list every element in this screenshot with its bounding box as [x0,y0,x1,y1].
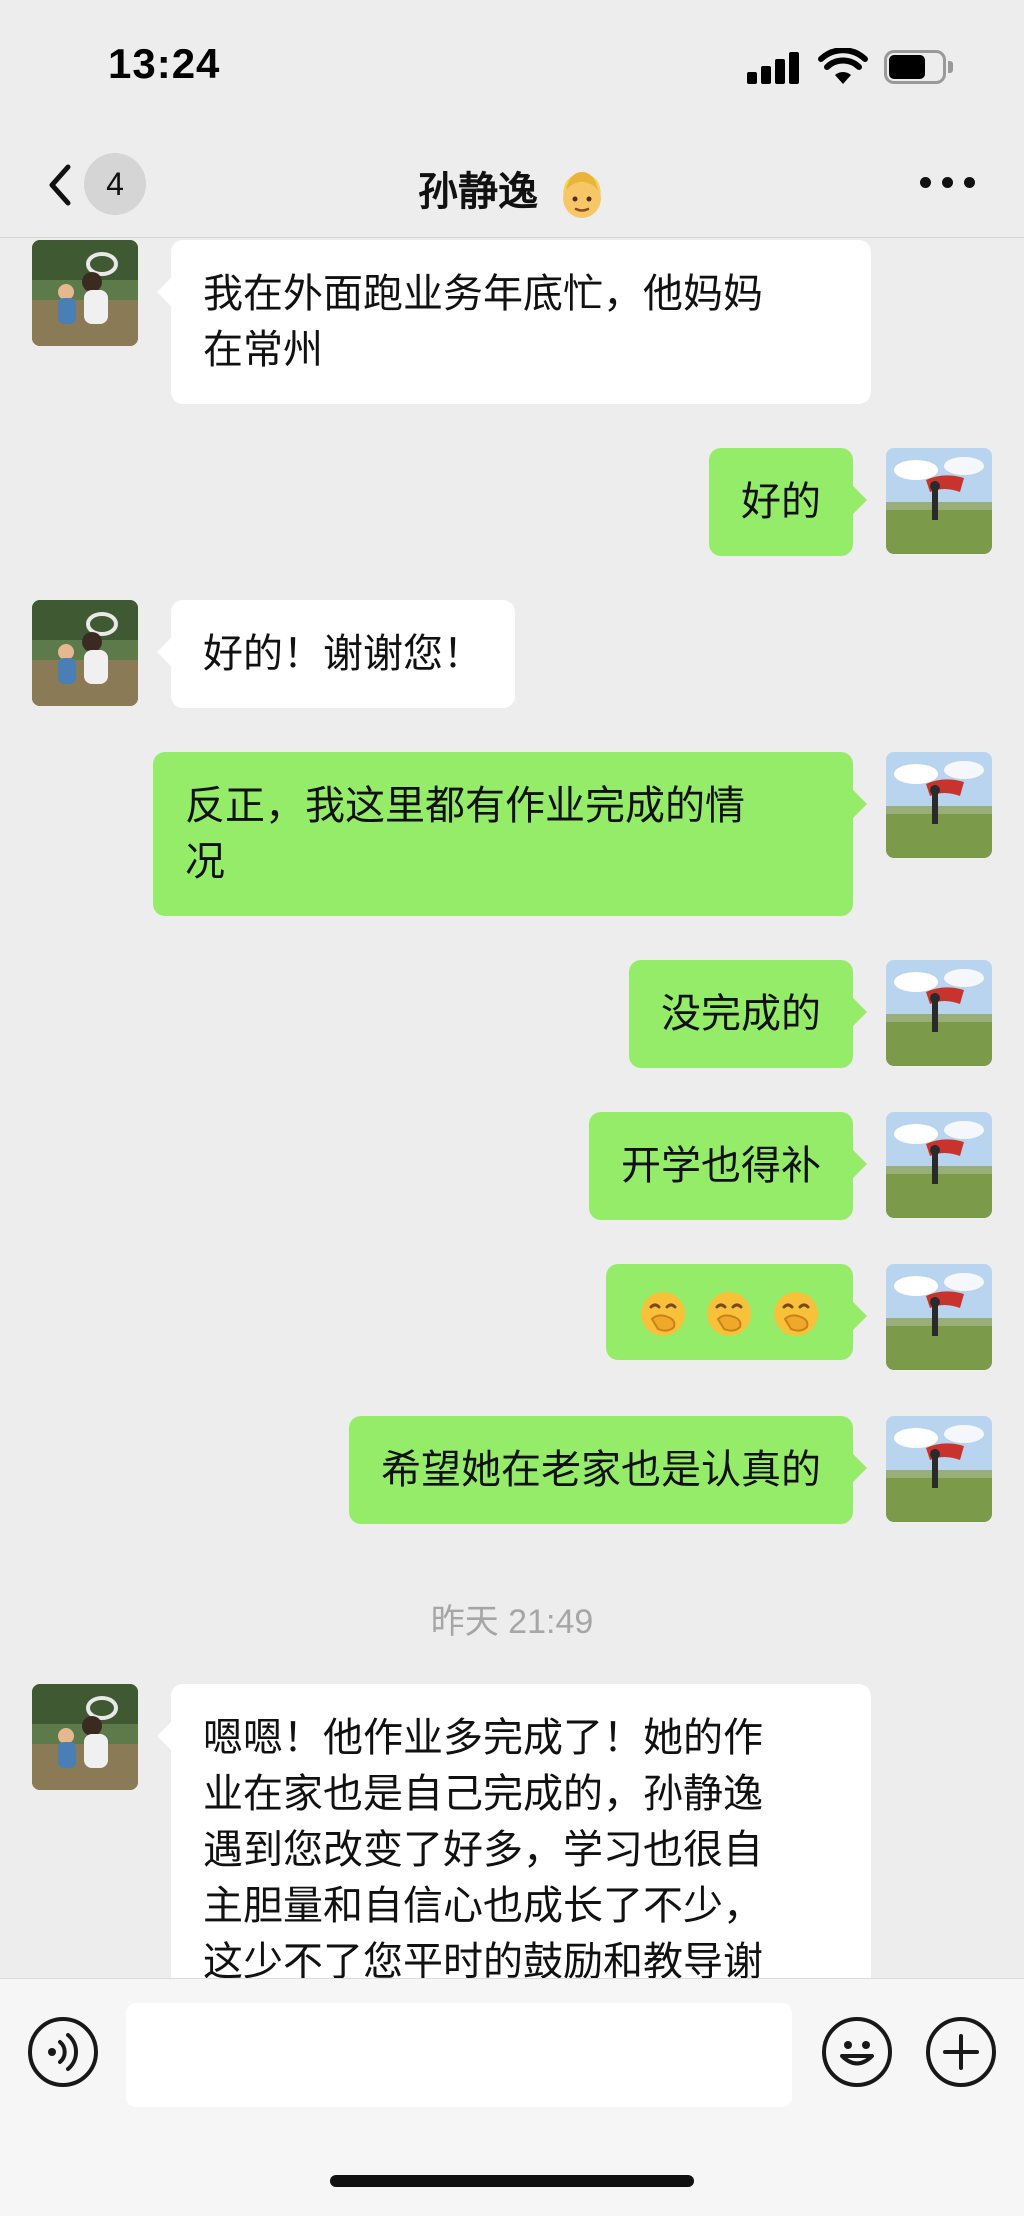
message-text: 没完成的 [661,991,821,1037]
hand-over-mouth-emoji-icon [690,1289,757,1336]
message-text: 况 [185,839,225,885]
message-text: 反正，我这里都有作业完成的情 [185,783,745,829]
my-avatar[interactable] [886,752,992,858]
my-avatar[interactable] [886,1416,992,1522]
status-time: 13:24 [108,40,221,87]
my-avatar[interactable] [886,960,992,1066]
incoming-message-bubble[interactable]: 好的！谢谢您！ [157,600,515,708]
chat-title: 孙静逸 [0,159,1024,220]
message-text: 好的 [741,479,821,525]
battery-icon [884,50,954,84]
wifi-icon [818,48,868,84]
input-bar [0,1978,1024,2216]
contact-avatar[interactable] [32,1684,138,1790]
emoji-icon[interactable] [822,2017,892,2087]
contact-name: 孙静逸 [418,169,539,215]
outgoing-message-bubble[interactable] [605,1264,868,1360]
message-input[interactable] [126,2003,792,2107]
status-bar: 13:24 [0,0,1024,135]
man-blond-emoji-icon [562,172,601,218]
contact-avatar[interactable] [32,240,138,346]
message-text: 主胆量和自信心也成长了不少， [203,1883,763,1929]
message-text: 我在外面跑业务年底忙，他妈妈 [203,271,763,317]
home-indicator [330,2175,694,2187]
hand-over-mouth-emoji-icon [636,1289,690,1336]
outgoing-message-bubble[interactable]: 希望她在老家也是认真的 [349,1416,867,1524]
my-avatar[interactable] [886,448,992,554]
my-avatar[interactable] [886,1112,992,1218]
message-text: 这少不了您平时的鼓励和教导谢 [203,1939,763,1978]
contact-avatar[interactable] [32,600,138,706]
hand-over-mouth-emoji-icon [756,1289,823,1336]
chat-header: 4 孙静逸 [0,135,1024,238]
incoming-message-bubble[interactable]: 我在外面跑业务年底忙，他妈妈 在常州 [157,240,871,404]
outgoing-message-bubble[interactable]: 反正，我这里都有作业完成的情况 [153,752,867,916]
incoming-message-bubble[interactable]: 嗯嗯！他作业多完成了！她的作 业在家也是自己完成的，孙静逸 遇到您改变了好多，学习也… [157,1684,871,1978]
voice-icon[interactable] [28,2017,98,2087]
message-text: 嗯嗯！他作业多完成了！她的作 [203,1715,763,1761]
more-options-icon[interactable] [920,173,976,193]
message-text: 在常州 [203,327,323,373]
outgoing-message-bubble[interactable]: 开学也得补 [589,1112,867,1220]
message-text: 业在家也是自己完成的，孙静逸 [203,1771,763,1817]
my-avatar[interactable] [886,1264,992,1370]
message-text: 开学也得补 [621,1143,821,1189]
message-text: 好的！谢谢您！ [203,631,483,677]
outgoing-message-bubble[interactable]: 好的 [709,448,867,556]
message-list[interactable]: 我在外面跑业务年底忙，他妈妈 在常州 好的 好的！谢谢您！ 反正，我这里都有作业… [0,238,1024,1978]
message-text: 希望她在老家也是认真的 [381,1447,821,1493]
outgoing-message-bubble[interactable]: 没完成的 [629,960,867,1068]
cellular-signal-icon [747,52,801,84]
message-timestamp: 昨天 21:49 [430,1603,594,1641]
plus-icon[interactable] [926,2017,996,2087]
message-text: 遇到您改变了好多，学习也很自 [203,1827,763,1873]
chat-screen: 13:24 4 孙静逸 我在外面跑业务年底忙，他妈妈 在常州 好的 好的！谢谢您… [0,0,1024,2216]
